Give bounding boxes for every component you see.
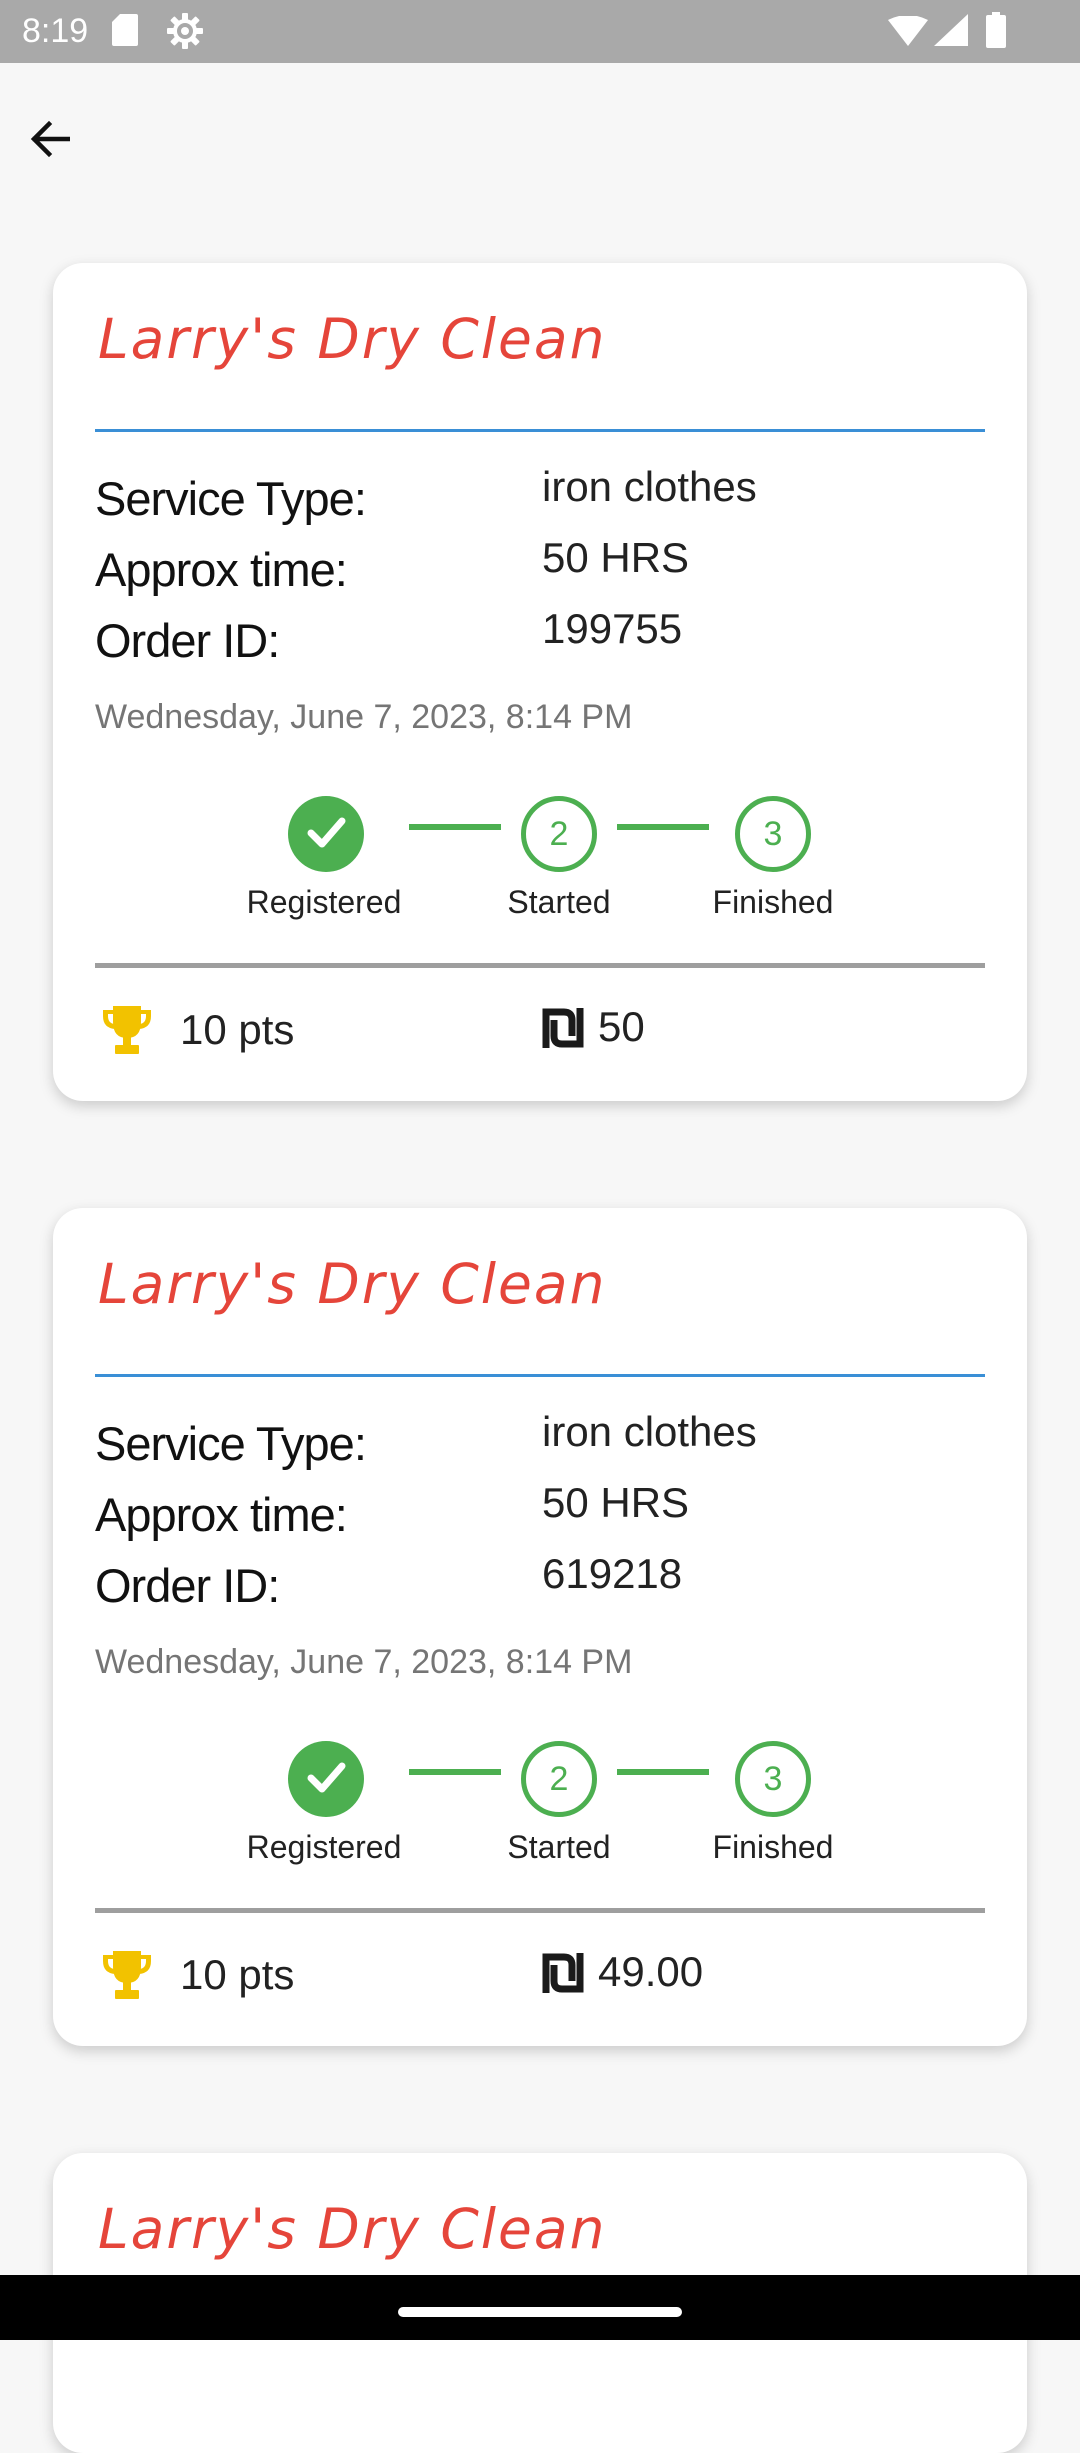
approx-time-label: Approx time: bbox=[95, 543, 348, 596]
check-icon bbox=[304, 810, 348, 859]
price-value: 50 bbox=[598, 1003, 645, 1050]
approx-time-value: 50 HRS bbox=[542, 1479, 690, 1526]
order-date: Wednesday, June 7, 2023, 8:14 PM bbox=[95, 698, 633, 736]
step-label-started: Started bbox=[507, 884, 611, 920]
approx-time-row: Approx time: 50 HRS bbox=[95, 1475, 985, 1545]
order-id-row: Order ID: 199755 bbox=[95, 601, 985, 671]
shop-name: Larry's Dry Clean bbox=[98, 307, 607, 371]
footer-divider bbox=[95, 1908, 985, 1913]
settings-gear-icon bbox=[166, 12, 204, 55]
service-type-label: Service Type: bbox=[95, 1417, 367, 1470]
check-icon bbox=[304, 1755, 348, 1804]
trophy-icon bbox=[101, 1949, 153, 2006]
step-connector bbox=[617, 1769, 709, 1775]
approx-time-label: Approx time: bbox=[95, 1488, 348, 1541]
step-number: 2 bbox=[549, 1759, 569, 1798]
step-connector bbox=[409, 824, 501, 830]
points-value: 10 pts bbox=[180, 1951, 295, 1998]
shekel-icon bbox=[542, 1953, 584, 1998]
order-card[interactable]: Larry's Dry Clean Service Type: iron clo… bbox=[53, 1208, 1027, 2046]
order-id-value: 619218 bbox=[542, 1550, 683, 1597]
app-bar bbox=[0, 63, 1080, 209]
step-finished-circle: 3 bbox=[735, 796, 811, 872]
service-type-row: Service Type: iron clothes bbox=[95, 1404, 985, 1474]
step-label-finished: Finished bbox=[712, 884, 834, 920]
step-finished-circle: 3 bbox=[735, 1741, 811, 1817]
shop-name: Larry's Dry Clean bbox=[98, 2197, 607, 2261]
order-progress-stepper: 2 3 Registered Started Finished bbox=[53, 796, 1027, 936]
points-value: 10 pts bbox=[180, 1006, 295, 1053]
step-registered-check bbox=[288, 796, 364, 872]
service-type-label: Service Type: bbox=[95, 472, 367, 525]
step-number: 3 bbox=[763, 814, 783, 853]
service-type-value: iron clothes bbox=[542, 1408, 757, 1455]
status-time: 8:19 bbox=[22, 12, 89, 50]
back-button[interactable] bbox=[16, 107, 84, 175]
approx-time-row: Approx time: 50 HRS bbox=[95, 530, 985, 600]
approx-time-value: 50 HRS bbox=[542, 534, 690, 581]
step-number: 2 bbox=[549, 814, 569, 853]
order-date: Wednesday, June 7, 2023, 8:14 PM bbox=[95, 1643, 633, 1681]
sd-card-icon bbox=[112, 14, 138, 51]
navigation-bar bbox=[0, 2275, 1080, 2340]
trophy-icon bbox=[101, 1004, 153, 1061]
step-registered-check bbox=[288, 1741, 364, 1817]
step-label-registered: Registered bbox=[246, 884, 402, 920]
signal-icon bbox=[934, 14, 968, 51]
step-label-finished: Finished bbox=[712, 1829, 834, 1865]
step-label-registered: Registered bbox=[246, 1829, 402, 1865]
home-indicator[interactable] bbox=[398, 2307, 682, 2317]
order-card[interactable]: Larry's Dry Clean Service Type: iron clo… bbox=[53, 263, 1027, 1101]
order-progress-stepper: 2 3 Registered Started Finished bbox=[53, 1741, 1027, 1881]
arrow-left-icon bbox=[30, 119, 71, 164]
battery-icon bbox=[986, 12, 1006, 53]
order-id-label: Order ID: bbox=[95, 1559, 280, 1612]
service-type-value: iron clothes bbox=[542, 463, 757, 510]
step-started-circle: 2 bbox=[521, 1741, 597, 1817]
service-type-row: Service Type: iron clothes bbox=[95, 459, 985, 529]
shekel-icon bbox=[542, 1008, 584, 1053]
order-id-row: Order ID: 619218 bbox=[95, 1546, 985, 1616]
step-connector bbox=[409, 1769, 501, 1775]
footer-divider bbox=[95, 963, 985, 968]
step-label-started: Started bbox=[507, 1829, 611, 1865]
step-started-circle: 2 bbox=[521, 796, 597, 872]
title-divider bbox=[95, 429, 985, 432]
shop-name: Larry's Dry Clean bbox=[98, 1252, 607, 1316]
title-divider bbox=[95, 1374, 985, 1377]
status-bar: 8:19 bbox=[0, 0, 1080, 63]
step-connector bbox=[617, 824, 709, 830]
step-number: 3 bbox=[763, 1759, 783, 1798]
order-id-value: 199755 bbox=[542, 605, 683, 652]
wifi-icon bbox=[888, 15, 928, 51]
order-id-label: Order ID: bbox=[95, 614, 280, 667]
price-value: 49.00 bbox=[598, 1948, 704, 1995]
